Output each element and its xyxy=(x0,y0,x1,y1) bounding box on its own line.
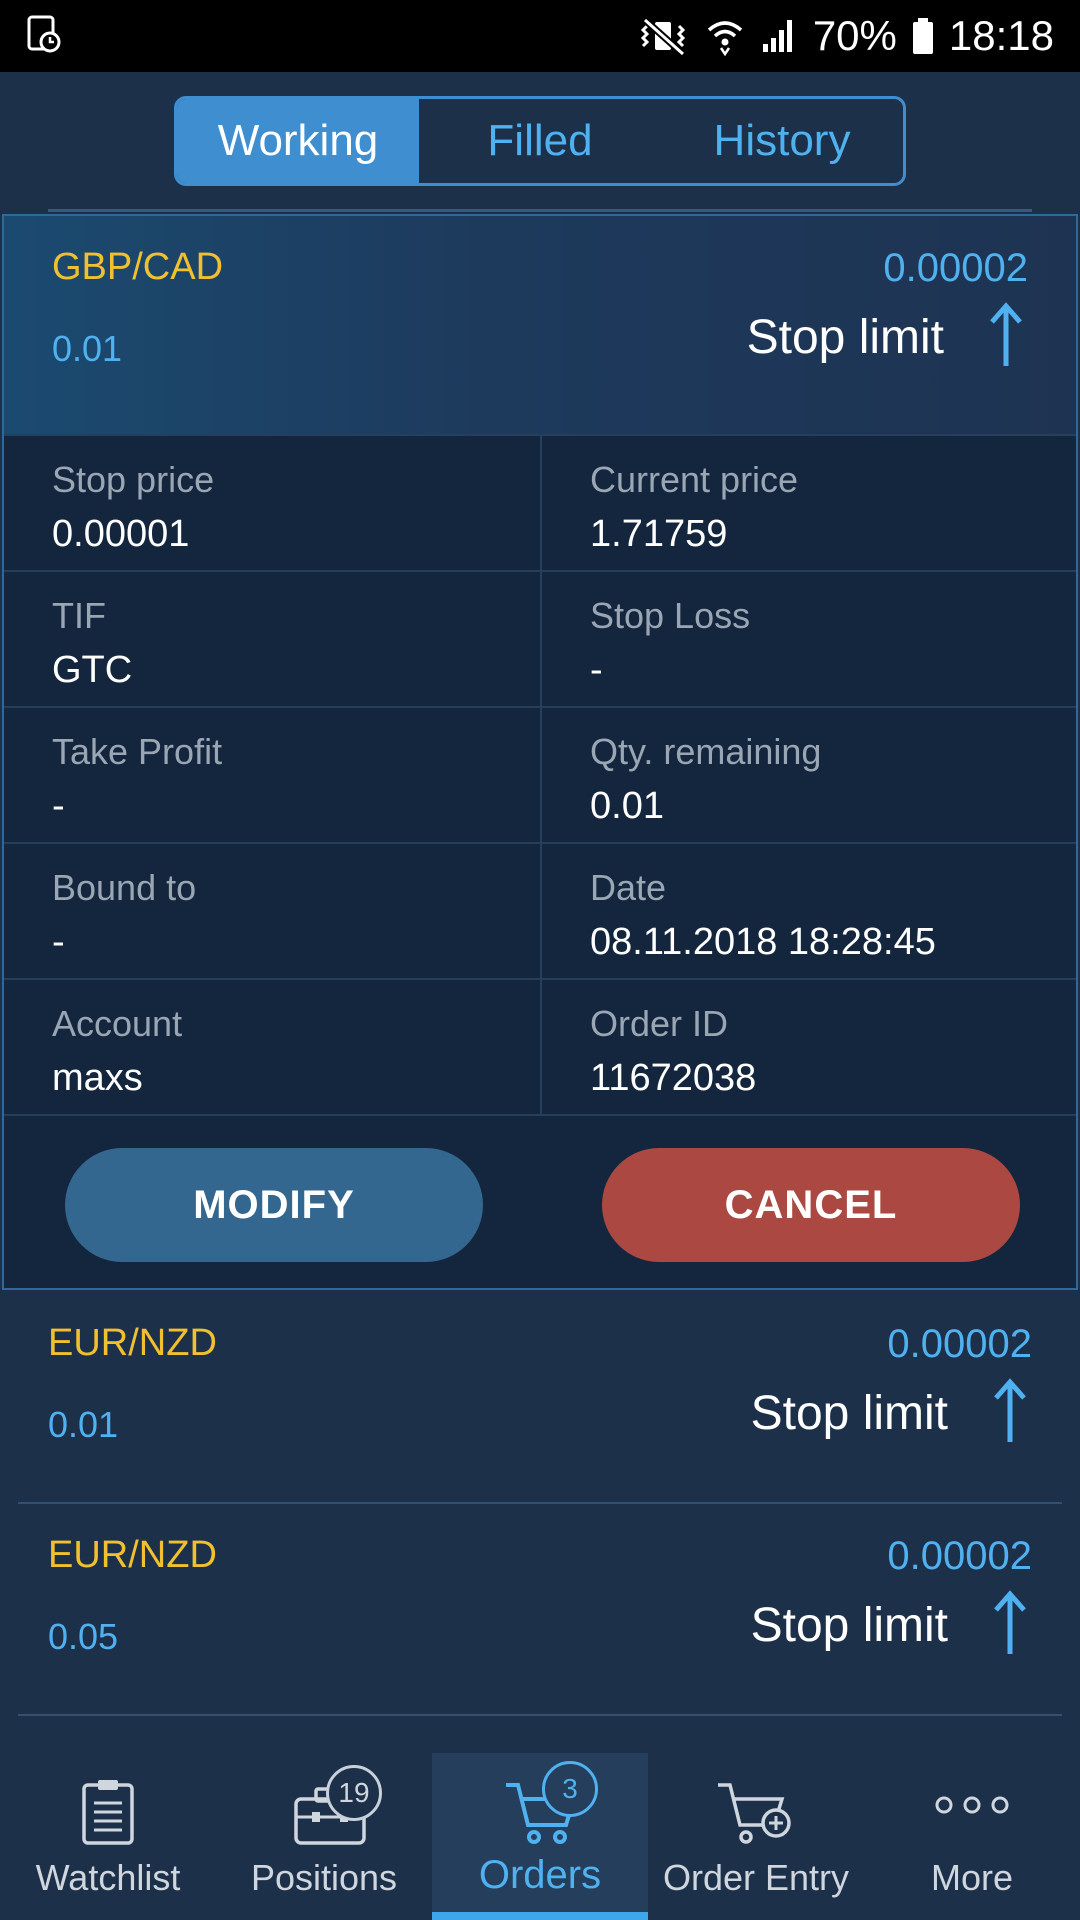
row-divider xyxy=(18,1714,1062,1716)
active-tab-indicator xyxy=(432,1912,648,1920)
modify-button[interactable]: MODIFY xyxy=(65,1148,483,1262)
detail-value: maxs xyxy=(52,1057,143,1099)
battery-icon xyxy=(911,16,935,56)
order-actions: MODIFY CANCEL xyxy=(4,1114,1076,1290)
detail-order-id: Order ID 11672038 xyxy=(540,980,1076,1114)
order-details-grid: Stop price 0.00001 Current price 1.71759… xyxy=(4,434,1076,1114)
nav-more[interactable]: More xyxy=(864,1753,1080,1920)
wifi-icon xyxy=(705,16,745,56)
order-symbol: EUR/NZD xyxy=(48,1322,217,1364)
order-header[interactable]: GBP/CAD 0.00002 0.01 Stop limit xyxy=(4,216,1076,434)
details-row: Account maxs Order ID 11672038 xyxy=(4,978,1076,1114)
tab-filled[interactable]: Filled xyxy=(419,99,661,183)
mute-vibrate-icon xyxy=(635,16,691,56)
order-price: 0.00002 xyxy=(887,1534,1032,1578)
arrow-up-icon xyxy=(990,1588,1030,1658)
battery-percent: 70% xyxy=(812,12,897,59)
order-price: 0.00002 xyxy=(883,246,1028,290)
expanded-order-card: GBP/CAD 0.00002 0.01 Stop limit Stop pri… xyxy=(2,214,1078,1290)
order-quantity: 0.01 xyxy=(48,1404,119,1445)
detail-label: Order ID xyxy=(590,1003,729,1044)
arrow-up-icon xyxy=(986,300,1026,370)
detail-date: Date 08.11.2018 18:28:45 xyxy=(540,844,1076,978)
detail-value: GTC xyxy=(52,649,133,691)
detail-take-profit: Take Profit - xyxy=(4,708,540,842)
detail-value: 11672038 xyxy=(590,1057,757,1099)
order-row[interactable]: EUR/NZD 0.00002 0.05 Stop limit xyxy=(0,1504,1080,1716)
detail-label: Stop price xyxy=(52,459,215,500)
nav-watchlist[interactable]: Watchlist xyxy=(0,1753,216,1920)
details-row: Stop price 0.00001 Current price 1.71759 xyxy=(4,434,1076,570)
positions-badge: 19 xyxy=(326,1765,382,1821)
segmented-control: Working Filled History xyxy=(174,96,906,186)
bottom-navigation: Watchlist 19 Positions 3 Orders Order En… xyxy=(0,1753,1080,1920)
detail-stop-price: Stop price 0.00001 xyxy=(4,436,540,570)
details-row: Bound to - Date 08.11.2018 18:28:45 xyxy=(4,842,1076,978)
order-quantity: 0.01 xyxy=(52,328,123,369)
arrow-up-icon xyxy=(990,1376,1030,1446)
order-price: 0.00002 xyxy=(887,1322,1032,1366)
nav-label: Order Entry xyxy=(662,1857,850,1898)
detail-bound-to: Bound to - xyxy=(4,844,540,978)
status-bar: 70% 18:18 xyxy=(0,0,1080,72)
detail-label: Stop Loss xyxy=(590,595,751,636)
detail-value: 0.00001 xyxy=(52,513,190,555)
detail-current-price: Current price 1.71759 xyxy=(540,436,1076,570)
detail-value: - xyxy=(52,785,65,827)
order-symbol: EUR/NZD xyxy=(48,1534,217,1576)
orders-badge: 3 xyxy=(542,1761,598,1817)
tabs-divider xyxy=(48,209,1032,212)
screenshot-icon xyxy=(26,14,62,59)
detail-stop-loss: Stop Loss - xyxy=(540,572,1076,706)
detail-value: - xyxy=(590,649,603,691)
detail-label: Account xyxy=(52,1003,183,1044)
detail-label: Current price xyxy=(590,459,799,500)
nav-order-entry[interactable]: Order Entry xyxy=(648,1753,864,1920)
detail-label: Bound to xyxy=(52,867,197,908)
detail-value: 08.11.2018 18:28:45 xyxy=(590,921,936,963)
nav-label: Orders xyxy=(478,1853,602,1897)
cart-plus-icon xyxy=(716,1777,796,1852)
detail-value: 0.01 xyxy=(590,785,664,827)
tab-working[interactable]: Working xyxy=(177,99,419,183)
detail-account: Account maxs xyxy=(4,980,540,1114)
nav-positions[interactable]: 19 Positions xyxy=(216,1753,432,1920)
detail-qty-remaining: Qty. remaining 0.01 xyxy=(540,708,1076,842)
order-tabs-bar: Working Filled History xyxy=(0,72,1080,212)
cancel-button[interactable]: CANCEL xyxy=(602,1148,1020,1262)
tab-history[interactable]: History xyxy=(661,99,903,183)
nav-label: Positions xyxy=(250,1857,398,1898)
nav-label: Watchlist xyxy=(35,1857,181,1898)
signal-icon xyxy=(759,16,799,56)
detail-label: Date xyxy=(590,867,667,908)
detail-tif: TIF GTC xyxy=(4,572,540,706)
detail-value: - xyxy=(52,921,65,963)
nav-label: More xyxy=(930,1857,1014,1898)
clipboard-list-icon xyxy=(80,1777,136,1852)
order-type: Stop limit xyxy=(746,311,944,364)
order-type: Stop limit xyxy=(750,1387,948,1440)
orders-screen: Working Filled History GBP/CAD 0.00002 0… xyxy=(0,72,1080,1920)
clock: 18:18 xyxy=(948,12,1054,59)
detail-label: Qty. remaining xyxy=(590,731,822,772)
details-row: Take Profit - Qty. remaining 0.01 xyxy=(4,706,1076,842)
order-type: Stop limit xyxy=(750,1599,948,1652)
order-symbol: GBP/CAD xyxy=(52,246,224,288)
detail-value: 1.71759 xyxy=(590,513,728,555)
detail-label: Take Profit xyxy=(52,731,223,772)
nav-orders[interactable]: 3 Orders xyxy=(432,1753,648,1920)
order-quantity: 0.05 xyxy=(48,1616,119,1657)
more-dots-icon xyxy=(934,1793,1010,1822)
order-row[interactable]: EUR/NZD 0.00002 0.01 Stop limit xyxy=(0,1292,1080,1504)
details-row: TIF GTC Stop Loss - xyxy=(4,570,1076,706)
detail-label: TIF xyxy=(52,595,106,636)
